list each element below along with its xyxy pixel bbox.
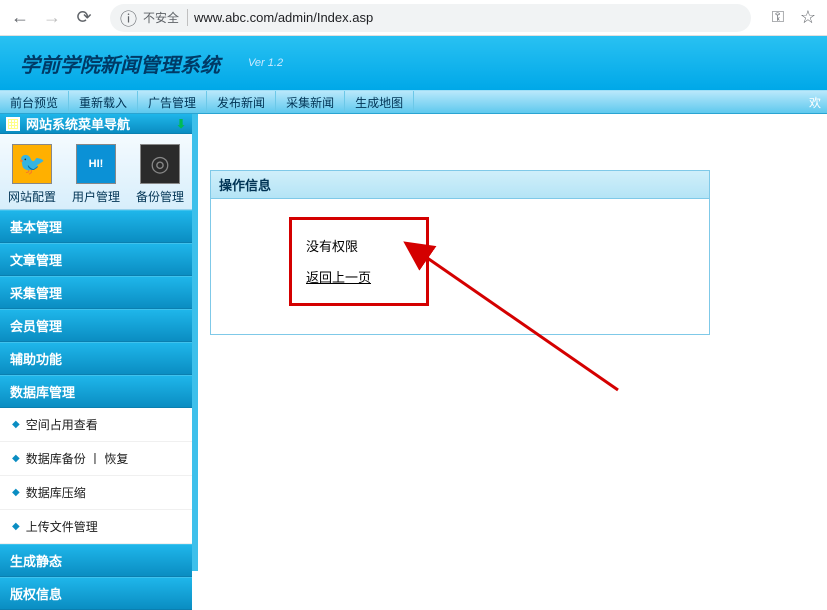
menu-ads[interactable]: 广告管理 [138, 91, 207, 113]
nav-sub-label: 数据库压缩 [26, 484, 86, 501]
nav-collect[interactable]: 采集管理 [0, 276, 192, 309]
password-key-icon[interactable]: ⚿ [767, 9, 789, 27]
menu-collect[interactable]: 采集新闻 [276, 91, 345, 113]
panel-title: 操作信息 [211, 171, 709, 199]
user-manage-button[interactable]: HI! 用户管理 [72, 144, 120, 205]
menu-publish[interactable]: 发布新闻 [207, 91, 276, 113]
sidebar-title: 网站系统菜单导航 ⬇ [0, 114, 192, 134]
main-layout: 网站系统菜单导航 ⬇ 🐦 网站配置 HI! 用户管理 ◎ 备份管理 基本管理 文… [0, 114, 827, 571]
nav-assist[interactable]: 辅助功能 [0, 342, 192, 375]
nav-article[interactable]: 文章管理 [0, 243, 192, 276]
icon-label: 网站配置 [8, 188, 56, 205]
bookmark-star-icon[interactable]: ☆ [797, 7, 819, 28]
app-version: Ver 1.2 [248, 57, 283, 69]
grid-icon [6, 117, 20, 131]
reload-button[interactable]: ⟳ [72, 6, 96, 30]
hi-icon: HI! [76, 144, 116, 184]
forward-button: → [40, 6, 64, 30]
browser-toolbar: ← → ⟳ ⓘ 不安全 www.abc.com/admin/Index.asp … [0, 0, 827, 36]
backup-manage-button[interactable]: ◎ 备份管理 [136, 144, 184, 205]
info-icon: ⓘ [120, 5, 137, 30]
address-bar[interactable]: ⓘ 不安全 www.abc.com/admin/Index.asp [110, 4, 751, 32]
icon-label: 备份管理 [136, 188, 184, 205]
collapse-arrow-icon[interactable]: ⬇ [176, 117, 186, 131]
app-title: 学前学院新闻管理系统 [20, 49, 220, 78]
nav-sub-label: 数据库备份 丨 恢复 [26, 450, 129, 467]
url-text: www.abc.com/admin/Index.asp [194, 10, 373, 25]
panel-body: 没有权限 返回上一页 [211, 199, 709, 334]
message-panel: 操作信息 没有权限 返回上一页 [210, 170, 710, 335]
menu-sitemap[interactable]: 生成地图 [345, 91, 414, 113]
site-config-button[interactable]: 🐦 网站配置 [8, 144, 56, 205]
nav-copyright[interactable]: 版权信息 [0, 577, 192, 610]
nav-sub-compress[interactable]: ◆ 数据库压缩 [0, 476, 192, 510]
diamond-icon: ◆ [12, 521, 20, 532]
nav-basic[interactable]: 基本管理 [0, 210, 192, 243]
spiral-icon: ◎ [140, 144, 180, 184]
error-highlight-box: 没有权限 返回上一页 [289, 217, 429, 306]
sidebar: 网站系统菜单导航 ⬇ 🐦 网站配置 HI! 用户管理 ◎ 备份管理 基本管理 文… [0, 114, 192, 571]
nav-sub-backup[interactable]: ◆ 数据库备份 丨 恢复 [0, 442, 192, 476]
nav-sub-upload[interactable]: ◆ 上传文件管理 [0, 510, 192, 544]
quick-icons: 🐦 网站配置 HI! 用户管理 ◎ 备份管理 [0, 134, 192, 210]
back-button[interactable]: ← [8, 6, 32, 30]
app-header: 学前学院新闻管理系统 Ver 1.2 [0, 36, 827, 90]
bird-icon: 🐦 [12, 144, 52, 184]
top-menu: 前台预览 重新载入 广告管理 发布新闻 采集新闻 生成地图 欢 [0, 90, 827, 114]
diamond-icon: ◆ [12, 453, 20, 464]
error-message: 没有权限 [306, 236, 412, 255]
menu-preview[interactable]: 前台预览 [0, 91, 69, 113]
nav-database[interactable]: 数据库管理 [0, 375, 192, 408]
back-link[interactable]: 返回上一页 [306, 270, 371, 285]
nav-sub-space[interactable]: ◆ 空间占用查看 [0, 408, 192, 442]
welcome-text: 欢 [803, 91, 827, 113]
nav-sub-label: 上传文件管理 [26, 518, 98, 535]
icon-label: 用户管理 [72, 188, 120, 205]
security-label: 不安全 [143, 9, 188, 26]
menu-reload[interactable]: 重新载入 [69, 91, 138, 113]
nav-member[interactable]: 会员管理 [0, 309, 192, 342]
sidebar-title-text: 网站系统菜单导航 [26, 114, 130, 133]
nav-sub-label: 空间占用查看 [26, 416, 98, 433]
diamond-icon: ◆ [12, 419, 20, 430]
diamond-icon: ◆ [12, 487, 20, 498]
main-content: 操作信息 没有权限 返回上一页 [198, 114, 827, 571]
nav-static[interactable]: 生成静态 [0, 544, 192, 577]
